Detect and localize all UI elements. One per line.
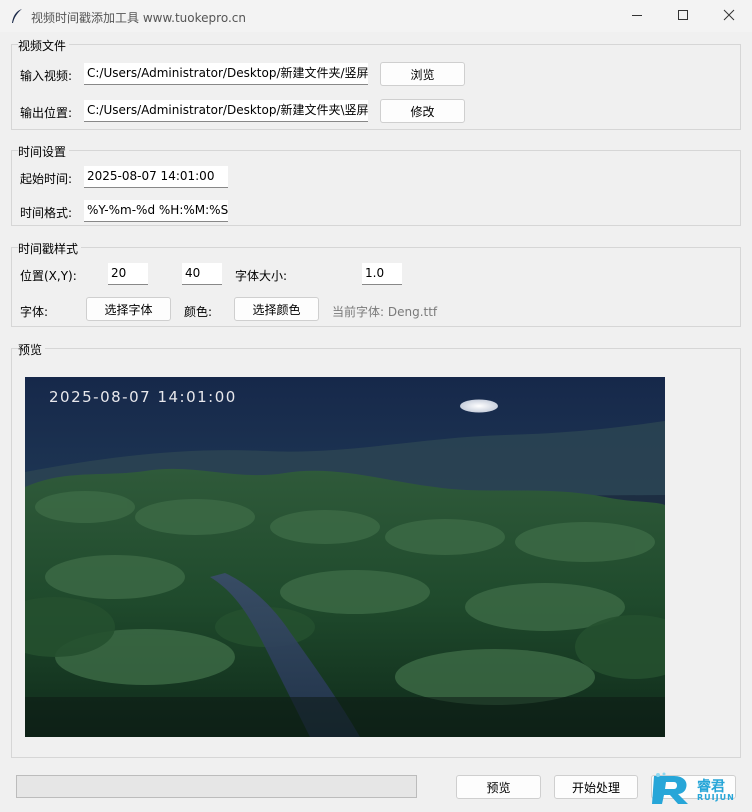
time-format-label: 时间格式: bbox=[20, 206, 73, 220]
progress-bar bbox=[16, 775, 417, 798]
input-video-field[interactable]: C:/Users/Administrator/Desktop/新建文件夹/竖屏 bbox=[84, 63, 368, 85]
maximize-icon bbox=[678, 10, 688, 20]
preview-timestamp-overlay: 2025-08-07 14:01:00 bbox=[49, 388, 237, 406]
position-y-field[interactable]: 40 bbox=[182, 263, 222, 285]
position-label: 位置(X,Y): bbox=[20, 269, 77, 283]
maximize-button[interactable] bbox=[660, 0, 706, 30]
input-video-label: 输入视频: bbox=[20, 69, 73, 83]
font-size-label: 字体大小: bbox=[235, 269, 288, 283]
feather-icon bbox=[12, 9, 22, 23]
current-font-text: 当前字体: Deng.ttf bbox=[332, 305, 438, 319]
title-bar: 视频时间戳添加工具 www.tuokepro.cn bbox=[0, 0, 752, 32]
preview-button[interactable]: 预览 bbox=[456, 775, 541, 799]
font-size-field[interactable]: 1.0 bbox=[362, 263, 402, 285]
position-x-field[interactable]: 20 bbox=[108, 263, 148, 285]
font-label: 字体: bbox=[20, 305, 49, 319]
watermark-subtext: RUIJUN bbox=[697, 793, 735, 802]
choose-color-button[interactable]: 选择颜色 bbox=[234, 297, 319, 321]
minimize-button[interactable] bbox=[614, 0, 660, 30]
window-title: 视频时间戳添加工具 www.tuokepro.cn bbox=[31, 11, 246, 25]
start-processing-button[interactable]: 开始处理 bbox=[554, 775, 638, 799]
choose-font-button[interactable]: 选择字体 bbox=[86, 297, 171, 321]
output-location-field[interactable]: C:/Users/Administrator/Desktop/新建文件夹\竖屏 bbox=[84, 100, 368, 122]
start-time-label: 起始时间: bbox=[20, 172, 73, 186]
video-file-group-label: 视频文件 bbox=[18, 37, 70, 54]
time-format-field[interactable]: %Y-%m-%d %H:%M:%S bbox=[84, 200, 228, 222]
time-settings-group-label: 时间设置 bbox=[18, 143, 70, 160]
modify-button[interactable]: 修改 bbox=[380, 99, 465, 123]
night-forest-image bbox=[25, 377, 665, 737]
close-button[interactable] bbox=[706, 0, 752, 30]
start-time-field[interactable]: 2025-08-07 14:01:00 bbox=[84, 166, 228, 188]
close-icon bbox=[723, 9, 735, 21]
preview-image: 2025-08-07 14:01:00 bbox=[25, 377, 665, 737]
timestamp-style-group-label: 时间戳样式 bbox=[18, 240, 82, 257]
color-label: 颜色: bbox=[184, 305, 213, 319]
browse-button[interactable]: 浏览 bbox=[380, 62, 465, 86]
minimize-icon bbox=[632, 15, 642, 16]
preview-group-label: 预览 bbox=[18, 341, 46, 358]
output-location-label: 输出位置: bbox=[20, 106, 73, 120]
